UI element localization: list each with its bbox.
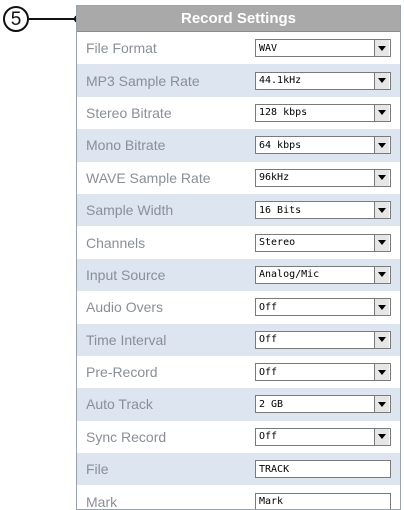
chevron-down-icon[interactable] [374,202,389,219]
callout-leader-line [29,18,77,20]
auto-track-selected-value: 2 GB [259,398,284,410]
setting-row-stereo-bitrate: Stereo Bitrate 128 kbps [77,96,400,130]
wave-sample-rate-selected-value: 96kHz [259,172,290,184]
chevron-down-icon[interactable] [374,396,389,413]
setting-label: File [86,461,109,478]
setting-label: Pre-Record [86,364,158,381]
pre-record-dropdown[interactable]: Off [255,363,391,382]
setting-row-file: File TRACK [77,453,400,486]
time-interval-selected-value: Off [259,334,278,346]
setting-label: Sync Record [86,428,167,445]
settings-rows: File Format WAV MP3 Sample Rate 44.1kHz Ster… [77,32,400,510]
stereo-bitrate-selected-value: 128 kbps [259,107,308,119]
setting-row-auto-track: Auto Track 2 GB [77,388,400,421]
chevron-down-icon[interactable] [374,40,389,57]
input-source-dropdown[interactable]: Analog/Mic [255,265,391,284]
setting-row-channels: Channels Stereo [77,226,400,259]
mp3-sample-rate-selected-value: 44.1kHz [259,75,302,87]
channels-dropdown[interactable]: Stereo [255,233,391,252]
setting-label: Stereo Bitrate [86,104,172,121]
mono-bitrate-selected-value: 64 kbps [259,139,302,151]
mp3-sample-rate-dropdown[interactable]: 44.1kHz [255,71,391,90]
panel-title: Record Settings [77,6,400,32]
chevron-down-icon[interactable] [374,72,389,89]
sync-record-selected-value: Off [259,431,278,443]
audio-overs-selected-value: Off [259,301,278,313]
channels-selected-value: Stereo [259,237,296,249]
chevron-down-icon[interactable] [374,299,389,316]
setting-label: Input Source [86,266,166,283]
setting-row-sample-width: Sample Width 16 Bits [77,193,400,227]
time-interval-dropdown[interactable]: Off [255,330,391,349]
setting-label: Auto Track [86,396,153,413]
file-format-dropdown[interactable]: WAV [255,39,391,58]
sync-record-dropdown[interactable]: Off [255,427,391,446]
callout-number: 5 [3,6,29,32]
wave-sample-rate-dropdown[interactable]: 96kHz [255,168,391,187]
mark-text-field[interactable]: Mark [255,492,391,509]
setting-row-mp3-sample-rate: MP3 Sample Rate 44.1kHz [77,64,400,97]
setting-row-time-interval: Time Interval Off [77,323,400,356]
setting-label: MP3 Sample Rate [86,72,200,89]
record-settings-panel: Record Settings File Format WAV MP3 Sample… [76,5,401,510]
setting-label: Channels [86,234,146,251]
setting-label: Mark [86,493,118,510]
chevron-down-icon[interactable] [374,234,389,251]
sample-width-selected-value: 16 Bits [259,204,302,216]
setting-row-mono-bitrate: Mono Bitrate 64 kbps [77,129,400,162]
chevron-down-icon[interactable] [374,104,389,121]
setting-row-file-format: File Format WAV [77,32,400,65]
chevron-down-icon[interactable] [374,428,389,445]
sample-width-dropdown[interactable]: 16 Bits [255,201,391,220]
pre-record-selected-value: Off [259,366,278,378]
setting-row-wave-sample-rate: WAVE Sample Rate 96kHz [77,161,400,194]
input-source-selected-value: Analog/Mic [259,269,320,281]
setting-label: Time Interval [86,331,167,348]
setting-label: Audio Overs [86,299,164,316]
file-format-selected-value: WAV [259,42,278,54]
file-text-field[interactable]: TRACK [255,460,391,479]
setting-label: File Format [86,40,157,57]
mono-bitrate-dropdown[interactable]: 64 kbps [255,136,391,155]
setting-label: Mono Bitrate [86,137,166,154]
chevron-down-icon[interactable] [374,169,389,186]
audio-overs-dropdown[interactable]: Off [255,298,391,317]
chevron-down-icon[interactable] [374,331,389,348]
setting-row-pre-record: Pre-Record Off [77,355,400,389]
chevron-down-icon[interactable] [374,364,389,381]
setting-label: Sample Width [86,202,174,219]
setting-row-sync-record: Sync Record Off [77,420,400,454]
chevron-down-icon[interactable] [374,266,389,283]
setting-row-mark: Mark Mark [77,485,400,510]
stereo-bitrate-dropdown[interactable]: 128 kbps [255,103,391,122]
setting-row-input-source: Input Source Analog/Mic [77,258,400,292]
setting-row-audio-overs: Audio Overs Off [77,291,400,324]
setting-label: WAVE Sample Rate [86,169,211,186]
auto-track-dropdown[interactable]: 2 GB [255,395,391,414]
chevron-down-icon[interactable] [374,137,389,154]
